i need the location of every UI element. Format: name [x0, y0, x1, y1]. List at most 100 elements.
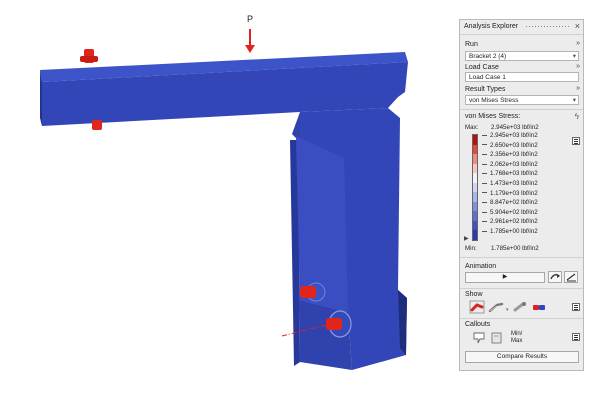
divider [460, 257, 583, 258]
load-label: P [247, 14, 254, 24]
slider-icon [566, 273, 576, 282]
panel-header[interactable]: Analysis Explorer × [460, 20, 583, 35]
scale-slider-button[interactable] [564, 271, 578, 283]
loads-icon[interactable] [512, 300, 528, 314]
fasteners-icon[interactable] [531, 300, 547, 314]
legend-level: 1.785e+00 lbf/in2 [482, 228, 538, 235]
legend-tick [482, 211, 487, 213]
legend-level-value: 2.650e+03 lbf/in2 [490, 141, 538, 149]
compare-results-button[interactable]: Compare Results [465, 351, 579, 363]
legend-level-value: 8.847e+02 lbf/in2 [490, 199, 538, 207]
legend-level: 2.650e+03 lbf/in2 [482, 142, 538, 149]
legend-tick [482, 134, 487, 136]
legend-tick [482, 144, 487, 146]
run-value: Bracket 2 (4) [469, 53, 507, 60]
legend-color-swatch [473, 211, 477, 221]
fastener-bottom [92, 120, 102, 130]
load-case-label: Load Case [465, 64, 499, 71]
min-max-callout-toggle[interactable]: Min/ Max [511, 331, 522, 345]
legend-title: von Mises Stress: [465, 113, 521, 120]
legend-tick [482, 163, 487, 165]
legend-level: 1.473e+03 lbf/in2 [482, 180, 538, 187]
legend-level-value: 1.785e+00 lbf/in2 [490, 228, 538, 235]
load-case-collapse-chevron-icon[interactable]: » [576, 63, 580, 70]
result-type-value: von Mises Stress [469, 97, 519, 104]
load-arrow-head [245, 45, 255, 53]
legend-color-swatch [473, 163, 477, 174]
legend-level-value: 2.961e+02 lbf/in2 [490, 218, 538, 226]
divider [460, 109, 583, 110]
animation-label: Animation [465, 263, 497, 270]
run-select[interactable]: Bracket 2 (4) ▾ [465, 51, 579, 61]
legend-pointer-icon[interactable]: ▶ [464, 235, 469, 242]
legend-level-value: 5.904e+02 lbf/in2 [490, 208, 538, 216]
legend-color-swatch [473, 182, 477, 193]
min-max-label-1: Min/ [511, 331, 523, 337]
legend-color-swatch [473, 154, 477, 164]
legend-level: 5.904e+02 lbf/in2 [482, 209, 538, 216]
callouts-label: Callouts [465, 321, 491, 328]
legend-color-swatch [473, 135, 477, 145]
callouts-menu-icon[interactable] [572, 333, 580, 341]
probe-callout-icon[interactable] [472, 331, 486, 345]
legend-level-value: 1.179e+03 lbf/in2 [490, 189, 538, 197]
load-case-value: Load Case 1 [469, 74, 506, 81]
drag-grip-icon[interactable] [525, 25, 569, 28]
legend-color-swatch [473, 192, 477, 202]
legend-max-label: Max: [465, 124, 479, 131]
result-types-collapse-chevron-icon[interactable]: » [576, 85, 580, 92]
legend-level-value: 1.473e+03 lbf/in2 [490, 180, 538, 187]
legend-level-value: 2.945e+03 lbf/in2 [490, 132, 538, 139]
close-icon[interactable]: × [575, 21, 580, 31]
legend-level: 2.356e+03 lbf/in2 [482, 151, 538, 158]
callout-note-icon[interactable] [490, 331, 504, 345]
divider [460, 318, 583, 319]
analysis-explorer-panel: Analysis Explorer × Run » Bracket 2 (4) … [459, 19, 584, 371]
show-menu-icon[interactable] [572, 303, 580, 311]
legend-color-bar [472, 134, 478, 241]
legend-level: 8.847e+02 lbf/in2 [482, 199, 538, 206]
divider [460, 288, 583, 289]
load-case-select[interactable]: Load Case 1 [465, 72, 579, 82]
fastener-top-head [80, 56, 98, 62]
legend-color-swatch [473, 144, 477, 155]
show-label: Show [465, 291, 483, 298]
panel-title: Analysis Explorer [464, 23, 519, 30]
play-animation-button[interactable]: ▶ [465, 272, 545, 283]
legend-color-swatch [473, 173, 477, 183]
dropdown-arrow-icon: ▾ [572, 97, 576, 104]
legend-color-swatch [473, 220, 477, 231]
legend-tick [482, 154, 487, 156]
min-max-label-2: Max [511, 338, 523, 344]
legend-menu-icon[interactable] [572, 137, 580, 145]
legend-tick [482, 192, 487, 194]
deformed-shape-icon[interactable] [469, 300, 485, 314]
legend-level: 1.768e+03 lbf/in2 [482, 170, 538, 177]
legend-tick [482, 230, 487, 232]
legend-max-value: 2.945e+03 lbf/in2 [491, 124, 539, 131]
legend-min-label: Min: [465, 245, 477, 252]
result-type-select[interactable]: von Mises Stress ▾ [465, 95, 579, 105]
run-label: Run [465, 41, 478, 48]
legend-level: 2.062e+03 lbf/in2 [482, 161, 538, 168]
legend-color-swatch [473, 201, 477, 212]
legend-level: 2.945e+03 lbf/in2 [482, 132, 538, 139]
show-options-dot: ▾ [506, 307, 509, 313]
play-icon: ▶ [502, 274, 508, 280]
legend-tick [482, 173, 487, 175]
legend-min-value: 1.785e+00 lbf/in2 [491, 245, 539, 252]
legend-level-value: 1.768e+03 lbf/in2 [490, 170, 538, 178]
lightning-icon[interactable]: ϟ [575, 112, 579, 121]
deform-icon [550, 274, 560, 280]
legend-level-value: 2.356e+03 lbf/in2 [490, 151, 538, 159]
run-collapse-chevron-icon[interactable]: » [576, 40, 580, 47]
animation-settings-button[interactable] [548, 271, 562, 283]
undeformed-shape-icon[interactable] [488, 300, 504, 314]
legend-tick [482, 202, 487, 204]
fastener-hole-upper [300, 286, 316, 298]
result-types-label: Result Types [465, 86, 506, 93]
dropdown-arrow-icon: ▾ [572, 53, 576, 60]
legend-level: 2.961e+02 lbf/in2 [482, 218, 538, 225]
legend-level: 1.179e+03 lbf/in2 [482, 190, 538, 197]
legend-tick [482, 221, 487, 223]
